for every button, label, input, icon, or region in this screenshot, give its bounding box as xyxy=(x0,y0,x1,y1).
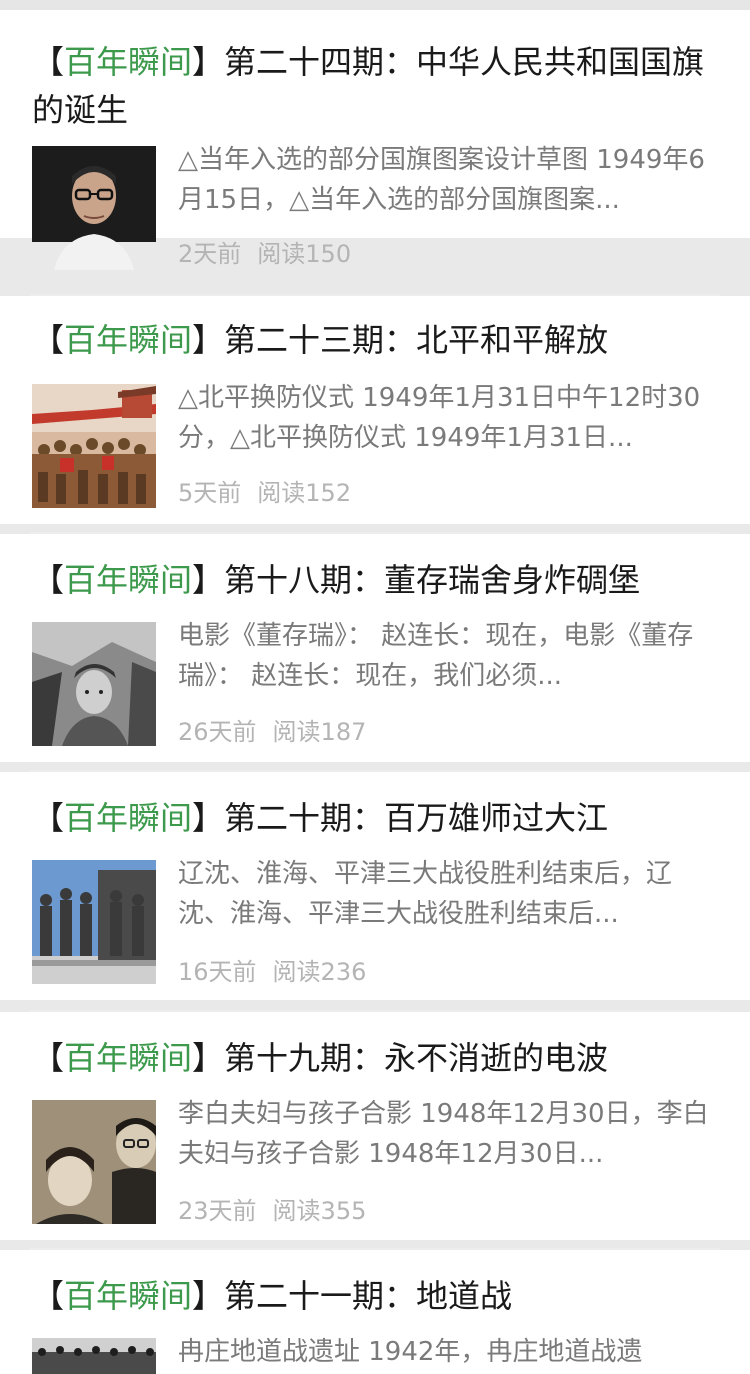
article-meta: 2天前 阅读150 xyxy=(178,234,351,269)
statue-monument-thumbnail[interactable] xyxy=(32,860,156,984)
tag-bracket-close: 】 xyxy=(192,561,225,599)
portrait-man-glasses-thumbnail[interactable] xyxy=(32,146,156,270)
article-summary: △当年入选的部分国旗图案设计草图 1949年6月15日，△当年入选的部分国旗图案… xyxy=(178,145,705,215)
article-feed: 【百年瞬间】第二十四期：中华人民共和国国旗的诞生 △当年入选的部分国旗图案设计草… xyxy=(0,0,750,1374)
article-card[interactable]: 【百年瞬间】第二十期：百万雄师过大江 辽沈、淮海、平津三大战役胜利结束后，辽沈、… xyxy=(0,772,750,1000)
read-count: 阅读236 xyxy=(272,958,367,986)
tunnel-war-soldiers-thumbnail[interactable] xyxy=(32,1338,156,1374)
article-summary: 李白夫妇与孩子合影 1948年12月30日，李白夫妇与孩子合影 1948年12月… xyxy=(178,1099,709,1169)
publish-time: 2天前 xyxy=(178,240,242,268)
family-photo-thumbnail[interactable] xyxy=(32,1100,156,1224)
article-title-text: 第二十三期：北平和平解放 xyxy=(224,321,609,359)
tag-bracket-open: 【 xyxy=(32,1277,65,1315)
article-title[interactable]: 【百年瞬间】第二十三期：北平和平解放 xyxy=(32,316,722,364)
article-title-text: 第十九期：永不消逝的电波 xyxy=(224,1039,609,1077)
publish-time: 23天前 xyxy=(178,1197,257,1225)
article-card[interactable]: 【百年瞬间】第二十四期：中华人民共和国国旗的诞生 △当年入选的部分国旗图案设计草… xyxy=(0,10,750,270)
tag-bracket-close: 】 xyxy=(192,1039,225,1077)
article-card[interactable]: 【百年瞬间】第二十一期：地道战 冉庄地道战遗址 1942年，冉庄地道战遗 xyxy=(0,1250,750,1374)
article-meta: 23天前 阅读355 xyxy=(178,1191,366,1226)
publish-time: 26天前 xyxy=(178,718,257,746)
article-title-text: 第二十一期：地道战 xyxy=(224,1277,513,1315)
column-tag: 百年瞬间 xyxy=(64,1277,193,1315)
column-tag: 百年瞬间 xyxy=(64,561,193,599)
column-tag: 百年瞬间 xyxy=(64,1039,193,1077)
article-card[interactable]: 【百年瞬间】第十九期：永不消逝的电波 李白夫妇与孩子合影 1948年12月30日… xyxy=(0,1012,750,1240)
tag-bracket-open: 【 xyxy=(32,1039,65,1077)
article-card[interactable]: 【百年瞬间】第十八期：董存瑞舍身炸碉堡 电影《董存瑞》： 赵连长：现在，电影《董… xyxy=(0,534,750,762)
article-title[interactable]: 【百年瞬间】第二十一期：地道战 xyxy=(32,1272,722,1320)
read-count: 阅读355 xyxy=(272,1197,367,1225)
publish-time: 16天前 xyxy=(178,958,257,986)
article-title[interactable]: 【百年瞬间】第十八期：董存瑞舍身炸碉堡 xyxy=(32,556,722,604)
tag-bracket-close: 】 xyxy=(192,1277,225,1315)
column-tag: 百年瞬间 xyxy=(64,799,193,837)
article-meta: 26天前 阅读187 xyxy=(178,712,366,747)
read-count: 阅读150 xyxy=(257,240,352,268)
article-summary: 冉庄地道战遗址 1942年，冉庄地道战遗 xyxy=(178,1337,643,1367)
article-meta: 16天前 阅读236 xyxy=(178,952,366,987)
tag-bracket-close: 】 xyxy=(192,321,225,359)
column-tag: 百年瞬间 xyxy=(64,321,193,359)
crowd-parade-painting-thumbnail[interactable] xyxy=(32,384,156,508)
tag-bracket-open: 【 xyxy=(32,799,65,837)
article-title[interactable]: 【百年瞬间】第十九期：永不消逝的电波 xyxy=(32,1034,722,1082)
publish-time: 5天前 xyxy=(178,479,242,507)
article-card[interactable]: 【百年瞬间】第二十三期：北平和平解放 △北平换防仪式 1949年1月31日中午1… xyxy=(0,296,750,524)
soldier-film-still-thumbnail[interactable] xyxy=(32,622,156,746)
article-title[interactable]: 【百年瞬间】第二十四期：中华人民共和国国旗的诞生 xyxy=(32,38,722,134)
tag-bracket-open: 【 xyxy=(32,43,65,81)
article-summary: 电影《董存瑞》： 赵连长：现在，电影《董存瑞》： 赵连长：现在，我们必须... xyxy=(178,621,694,691)
read-count: 阅读187 xyxy=(272,718,367,746)
top-strip xyxy=(0,0,750,10)
tag-bracket-close: 】 xyxy=(192,799,225,837)
tag-bracket-close: 】 xyxy=(192,43,225,81)
article-meta: 5天前 阅读152 xyxy=(178,473,351,508)
article-summary: △北平换防仪式 1949年1月31日中午12时30分，△北平换防仪式 1949年… xyxy=(178,383,701,453)
article-title[interactable]: 【百年瞬间】第二十期：百万雄师过大江 xyxy=(32,794,722,842)
article-title-text: 第二十期：百万雄师过大江 xyxy=(224,799,609,837)
tag-bracket-open: 【 xyxy=(32,561,65,599)
article-summary: 辽沈、淮海、平津三大战役胜利结束后，辽沈、淮海、平津三大战役胜利结束后... xyxy=(178,859,673,929)
tag-bracket-open: 【 xyxy=(32,321,65,359)
article-title-text: 第十八期：董存瑞舍身炸碉堡 xyxy=(224,561,641,599)
read-count: 阅读152 xyxy=(257,479,352,507)
column-tag: 百年瞬间 xyxy=(64,43,193,81)
